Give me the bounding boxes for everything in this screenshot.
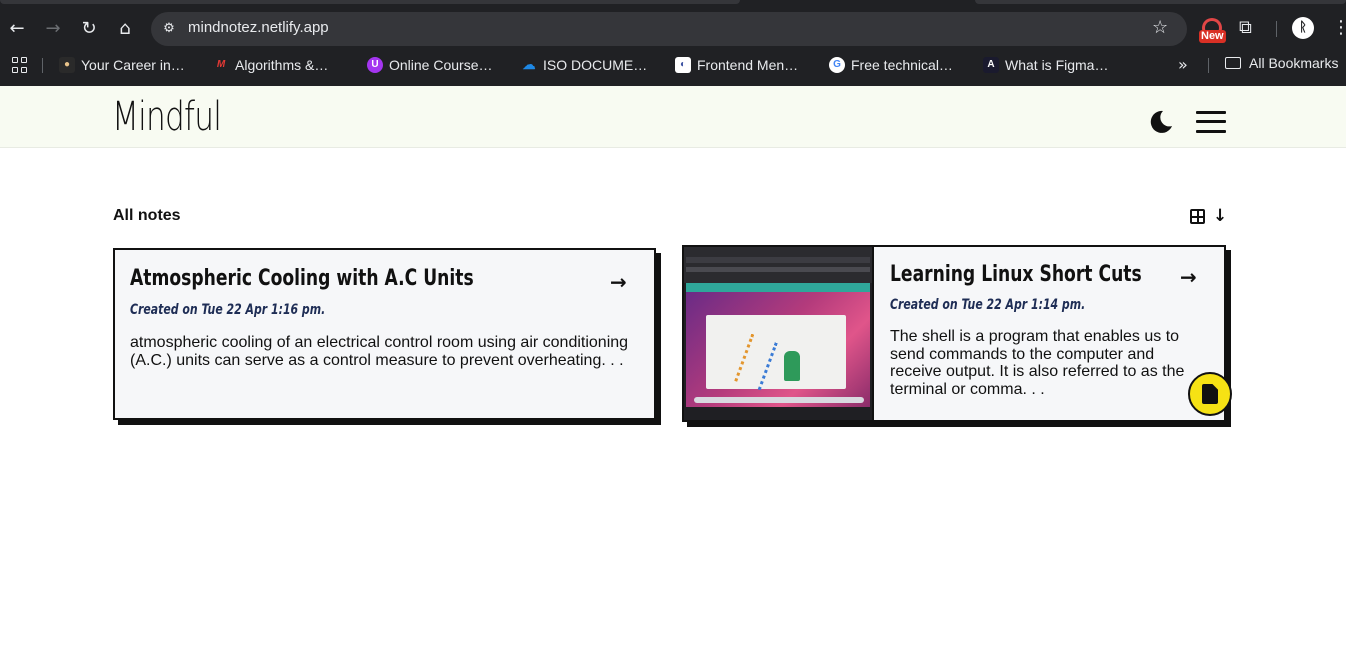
- bookmark-label: ISO DOCUME…: [543, 57, 648, 73]
- grid-view-icon[interactable]: [1190, 209, 1205, 224]
- note-card[interactable]: Learning Linux Short Cuts → Created on T…: [682, 245, 1226, 422]
- dark-mode-moon-icon[interactable]: [1146, 108, 1174, 136]
- app-header: Mindful: [0, 86, 1346, 148]
- folder-icon: [1225, 57, 1241, 69]
- bookmark-label: Online Course…: [389, 57, 493, 73]
- bookmark-career[interactable]: ● Your Career in…: [59, 55, 185, 75]
- bookmark-label: What is Figma…: [1005, 57, 1109, 73]
- apps-grid-icon[interactable]: [12, 57, 28, 73]
- career-favicon: ●: [59, 57, 75, 73]
- extension-new-icon[interactable]: New: [1199, 18, 1227, 48]
- onedrive-favicon: ☁: [522, 57, 536, 72]
- note-title[interactable]: Learning Linux Short Cuts: [890, 261, 1142, 289]
- note-title[interactable]: Atmospheric Cooling with A.C Units: [130, 265, 474, 293]
- tab-edge: [975, 0, 1346, 4]
- bookmark-label: Frontend Men…: [697, 57, 799, 73]
- bookmark-figma[interactable]: A What is Figma…: [983, 55, 1108, 75]
- sort-arrow-down-icon[interactable]: ↓: [1213, 206, 1227, 226]
- google-favicon: G: [829, 57, 845, 73]
- more-bookmarks-icon[interactable]: »: [1178, 55, 1188, 75]
- toolbar-divider: [1276, 21, 1277, 37]
- url-text[interactable]: mindnotez.netlify.app: [188, 19, 329, 37]
- bookmark-star-icon[interactable]: ☆: [1152, 18, 1168, 38]
- note-date: Created on Tue 22 Apr 1:14 pm.: [890, 297, 1086, 313]
- kebab-menu-icon[interactable]: ⋮: [1332, 17, 1346, 39]
- frontend-mentor-favicon: ◐: [675, 57, 691, 73]
- profile-avatar[interactable]: ᚱ: [1292, 17, 1314, 39]
- bookmark-free-technical[interactable]: G Free technical…: [829, 55, 953, 75]
- new-badge: New: [1199, 30, 1226, 43]
- section-title: All notes: [113, 207, 181, 224]
- new-note-button[interactable]: [1188, 372, 1232, 416]
- reload-icon[interactable]: ↻: [77, 17, 101, 41]
- bookmark-algorithms[interactable]: M Algorithms &…: [213, 55, 329, 75]
- note-description: The shell is a program that enables us t…: [890, 328, 1185, 398]
- tab-edge: [0, 0, 740, 4]
- bookmark-online-course[interactable]: U Online Course…: [367, 55, 493, 75]
- all-bookmarks-label: All Bookmarks: [1249, 55, 1339, 71]
- open-note-arrow-icon[interactable]: →: [1180, 267, 1197, 287]
- extensions-puzzle-icon[interactable]: ⧉: [1239, 17, 1252, 39]
- navigation-bar: ← → ↻ ⌂ ⚙ mindnotez.netlify.app ☆ New ⧉ …: [0, 10, 1346, 48]
- bookmark-label: Algorithms &…: [235, 57, 329, 73]
- back-arrow-icon[interactable]: ←: [5, 17, 29, 41]
- bookmark-label: Free technical…: [851, 57, 953, 73]
- home-icon[interactable]: ⌂: [113, 17, 137, 41]
- bookmarks-bar: ● Your Career in… M Algorithms &… U Onli…: [0, 50, 1346, 80]
- app-logo[interactable]: Mindful: [112, 92, 222, 142]
- note-description: atmospheric cooling of an electrical con…: [130, 334, 629, 369]
- algorithms-favicon: M: [216, 59, 226, 70]
- browser-chrome: ← → ↻ ⌂ ⚙ mindnotez.netlify.app ☆ New ⧉ …: [0, 0, 1346, 86]
- bookmarks-divider: [1208, 58, 1209, 73]
- udemy-favicon: U: [367, 57, 383, 73]
- open-note-arrow-icon[interactable]: →: [610, 272, 627, 292]
- bookmark-iso-documents[interactable]: ☁ ISO DOCUME…: [521, 55, 648, 75]
- document-icon: [1202, 384, 1218, 404]
- site-info-icon[interactable]: ⚙: [160, 20, 178, 38]
- note-body: Learning Linux Short Cuts → Created on T…: [874, 247, 1229, 420]
- bookmarks-divider: [42, 58, 43, 73]
- all-bookmarks-button[interactable]: All Bookmarks: [1225, 55, 1338, 71]
- note-card[interactable]: Atmospheric Cooling with A.C Units → Cre…: [113, 248, 656, 420]
- hamburger-menu-icon[interactable]: [1196, 111, 1226, 133]
- bookmark-frontend-mentor[interactable]: ◐ Frontend Men…: [675, 55, 798, 75]
- bookmark-label: Your Career in…: [81, 57, 185, 73]
- note-date: Created on Tue 22 Apr 1:16 pm.: [130, 302, 326, 318]
- note-thumbnail-image: [684, 247, 874, 420]
- figma-favicon: A: [983, 57, 999, 73]
- forward-arrow-icon[interactable]: →: [41, 17, 65, 41]
